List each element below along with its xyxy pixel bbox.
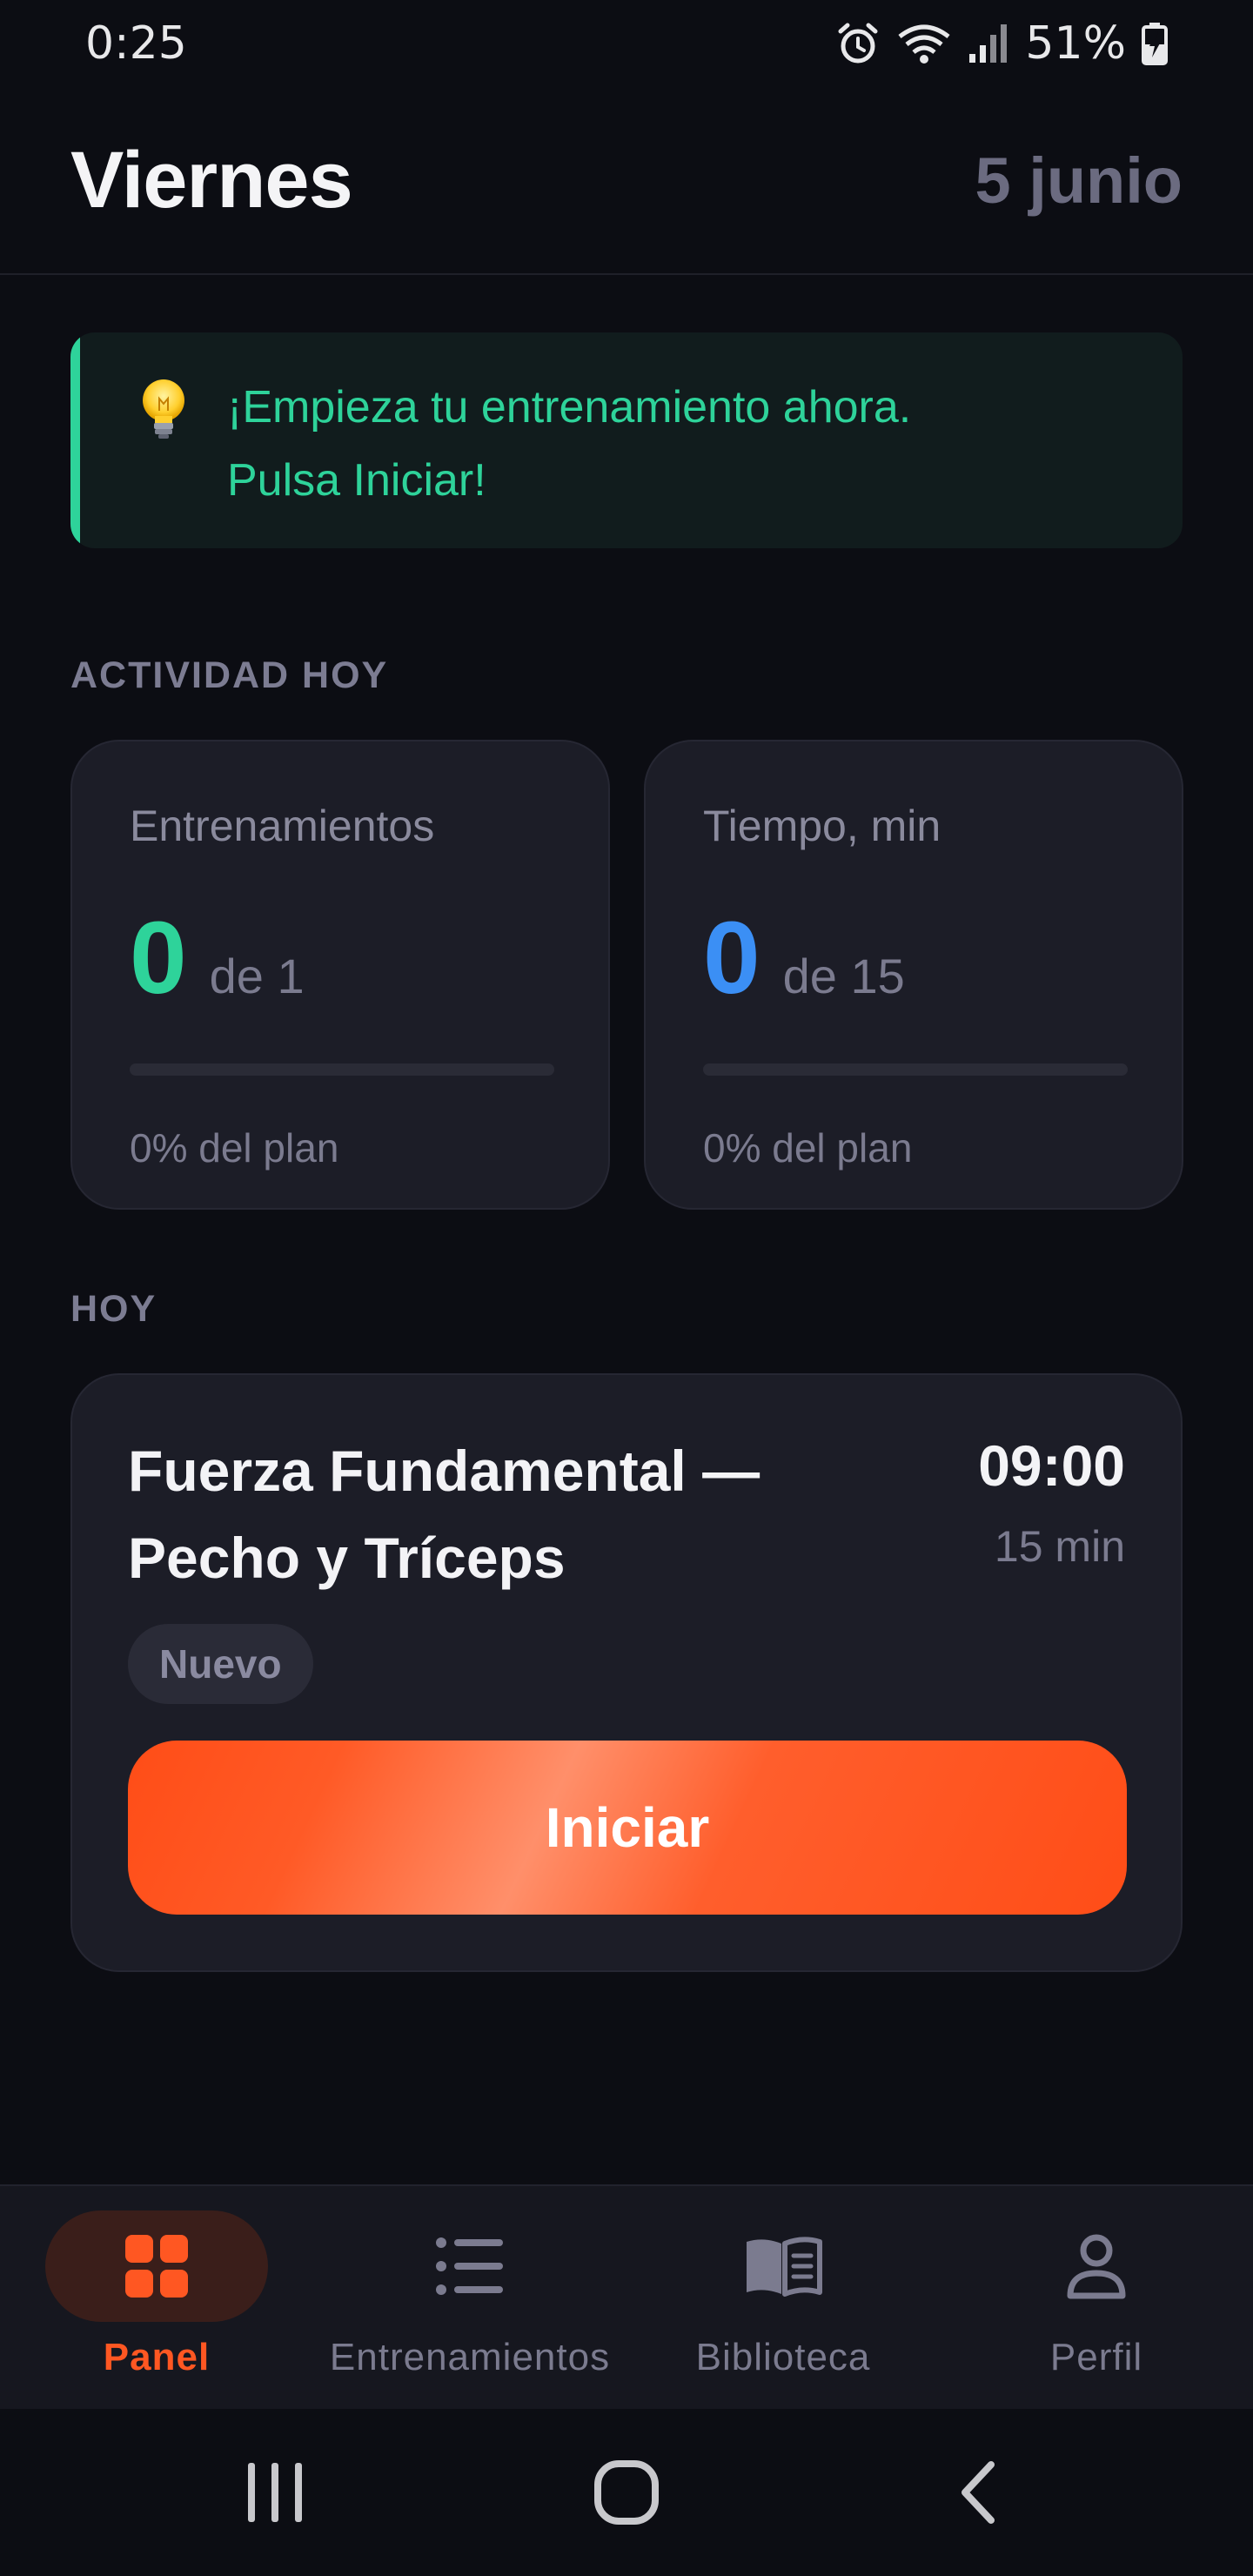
person-icon (1067, 2234, 1126, 2299)
battery-percent: 51% (1025, 17, 1126, 70)
nav-item-entrenamientos[interactable]: Entrenamientos (313, 2186, 626, 2411)
status-time: 0:25 (85, 17, 187, 70)
tip-accent-bar (70, 332, 80, 548)
nav-icon-pill (985, 2210, 1208, 2322)
tip-line-2: Pulsa Iniciar! (227, 455, 486, 506)
workout-duration: 15 min (994, 1522, 1125, 1571)
workout-name: Fuerza Fundamental — Pecho y Tríceps (128, 1427, 789, 1601)
bottom-nav: Panel Entrenamientos Biblioteca Perfil (0, 2184, 1253, 2409)
nav-icon-pill (358, 2210, 581, 2322)
lightbulb-icon (143, 379, 184, 439)
start-button[interactable]: Iniciar (128, 1741, 1127, 1915)
date-label: 5 junio (975, 144, 1183, 217)
list-icon (436, 2237, 503, 2295)
section-label-today: HOY (70, 1288, 157, 1330)
status-icons: 51% (835, 17, 1168, 70)
header: Viernes 5 junio (0, 87, 1253, 275)
nav-item-panel[interactable]: Panel (0, 2186, 313, 2411)
status-badge: Nuevo (128, 1624, 313, 1704)
stat-title: Entrenamientos (130, 802, 435, 850)
workout-time: 09:00 (978, 1433, 1125, 1498)
nav-item-biblioteca[interactable]: Biblioteca (626, 2186, 940, 2411)
tip-line-1: ¡Empieza tu entrenamiento ahora. (227, 382, 912, 433)
stat-card-workouts[interactable]: Entrenamientos 0 de 1 0% del plan (70, 740, 610, 1210)
stat-card-time[interactable]: Tiempo, min 0 de 15 0% del plan (644, 740, 1183, 1210)
back-icon (962, 2461, 995, 2524)
stat-of: de 1 (209, 949, 305, 1003)
dashboard-grid-icon (125, 2235, 188, 2298)
workout-name-line-2: Pecho y Tríceps (128, 1526, 566, 1590)
stat-of: de 15 (782, 949, 905, 1003)
home-icon (594, 2460, 659, 2525)
tip-banner: ¡Empieza tu entrenamiento ahora. Pulsa I… (70, 332, 1183, 548)
recents-icon (248, 2463, 302, 2522)
stat-value: 0 (703, 901, 761, 1016)
progress-bar (703, 1063, 1128, 1076)
battery-charging-icon (1142, 23, 1168, 65)
book-icon (747, 2237, 822, 2297)
signal-icon (969, 24, 1008, 63)
home-button[interactable] (522, 2409, 731, 2576)
nav-item-perfil[interactable]: Perfil (940, 2186, 1253, 2411)
nav-label: Perfil (1049, 2336, 1143, 2378)
stat-title: Tiempo, min (703, 802, 941, 850)
nav-label: Entrenamientos (329, 2336, 611, 2378)
alarm-icon (838, 23, 878, 64)
nav-icon-pill (672, 2210, 895, 2322)
status-bar: 0:25 51% (0, 0, 1253, 87)
page-title: Viernes (70, 135, 353, 225)
workout-card[interactable]: Fuerza Fundamental — Pecho y Tríceps 09:… (70, 1373, 1183, 1972)
tip-text: ¡Empieza tu entrenamiento ahora. Pulsa I… (227, 371, 1141, 517)
workout-name-line-1: Fuerza Fundamental — (128, 1439, 761, 1503)
stat-value-row: 0 de 1 (130, 907, 305, 1010)
back-button[interactable] (874, 2409, 1082, 2576)
system-nav-bar (0, 2409, 1253, 2576)
nav-label: Panel (103, 2336, 211, 2378)
recents-button[interactable] (171, 2409, 379, 2576)
stat-footer: 0% del plan (703, 1125, 913, 1171)
stat-value-row: 0 de 15 (703, 907, 905, 1010)
progress-bar (130, 1063, 554, 1076)
stat-value: 0 (130, 901, 187, 1016)
nav-label: Biblioteca (695, 2336, 871, 2378)
wifi-icon (898, 24, 950, 64)
stat-footer: 0% del plan (130, 1125, 339, 1171)
nav-icon-pill (45, 2210, 268, 2322)
section-label-activity: ACTIVIDAD HOY (70, 654, 389, 696)
